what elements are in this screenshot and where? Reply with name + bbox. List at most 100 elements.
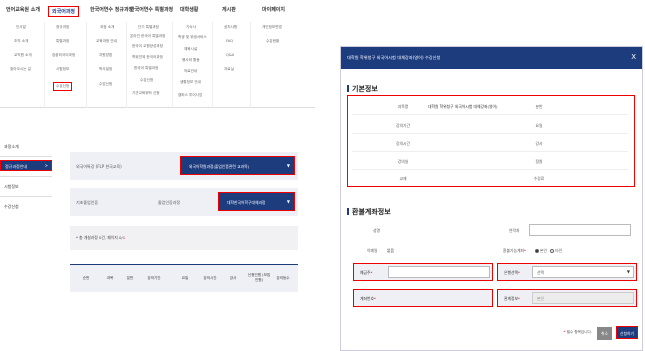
gnb-sub-item[interactable]: Q&A: [226, 53, 234, 57]
website-background: 언어교육원 소개 인사말 조직 소개 교직원 소개 찾아오시는 길 외국어과정 …: [0, 0, 315, 351]
phone-label: 연락처: [509, 228, 520, 233]
gnb-sub-item[interactable]: 공지사항: [224, 25, 237, 30]
gnb-sub-item[interactable]: 학위연계 한국어과정: [132, 55, 163, 60]
basic-label: 강의기간: [396, 123, 410, 128]
basic-label: 강사: [535, 141, 543, 146]
holder-row: 예금주*: [353, 263, 493, 281]
course-filter-row-1: 외국어특강 (FLP 한국교육) 외국어학원과정(졸업인증관련 교과목): [70, 152, 298, 180]
gnb-sub-item[interactable]: 온라인 한국어 특별과정: [130, 34, 165, 39]
gnb-sub-item[interactable]: 수업신청: [99, 82, 112, 87]
gnb-sub-item[interactable]: 한국어 교원양성과정: [132, 44, 163, 49]
holder-label: 예금주*: [360, 270, 373, 275]
basic-info-title: 기본정보: [347, 84, 378, 94]
required-note: * 필수 항목입니다.: [563, 330, 592, 334]
side-item-intro[interactable]: 과정소개: [4, 144, 19, 150]
email-label: 이메일: [367, 248, 378, 253]
table-header: 분반: [126, 276, 134, 280]
apply-button[interactable]: 신청하기: [616, 326, 638, 339]
gnb-head-korean-special[interactable]: 한국어연수 특별과정: [130, 6, 173, 13]
radio-other[interactable]: [550, 248, 555, 253]
gnb-sub-item[interactable]: 단기 특별과정: [138, 25, 159, 30]
cancel-button[interactable]: 취소: [597, 327, 612, 340]
basic-label: 수강료: [533, 176, 545, 181]
course-count-text: * 총 개설과정 0건, 페이지 0/1: [76, 235, 126, 240]
holder-input[interactable]: [388, 266, 490, 278]
relation-value: 본인: [532, 292, 634, 304]
table-header: 강의기간: [147, 276, 161, 280]
modal-header: 대학원 학위청구 외국어시험 대체강좌(영어) 수강신청 X: [341, 47, 642, 69]
basic-label: 강의시간: [396, 141, 410, 146]
bank-label: 은행선택*: [504, 270, 520, 275]
basic-label: 정원: [535, 159, 543, 164]
gnb-sub-enroll[interactable]: 수강신청: [53, 82, 73, 91]
account-label: 계좌번호*: [360, 296, 376, 301]
course-subtype-select[interactable]: 대학한국어학구대체과정: [218, 192, 295, 211]
gnb-sub-item[interactable]: 학사일정: [99, 67, 112, 72]
modal-title: 대학원 학위청구 외국어시험 대체강좌(영어) 수강신청: [347, 55, 441, 60]
gnb-sub-item[interactable]: 행사와 활동: [182, 58, 200, 63]
gnb-sub-item[interactable]: 자료실: [224, 67, 234, 72]
gnb-sub-item[interactable]: 기관교육위탁 신청: [132, 91, 160, 96]
gnb-head-intro[interactable]: 언어교육원 소개: [6, 6, 40, 13]
gnb-head-mypage[interactable]: 마이페이지: [262, 6, 285, 13]
gnb-head-korean-regular[interactable]: 한국어연수 정규과정: [90, 6, 133, 13]
filter-label: 졸업인증과정: [158, 200, 181, 205]
owner-radio-group: 본인 타인: [535, 248, 562, 254]
close-icon[interactable]: X: [631, 53, 636, 61]
relation-label: 관계정보*: [504, 296, 520, 301]
gnb-sub-item[interactable]: 캠퍼스 투어사업: [178, 93, 202, 98]
filter-label: 외국어특강 (FLP 한국교육): [76, 164, 122, 169]
refund-account-label: 환불가능계좌*: [503, 248, 526, 253]
gnb-sub-item[interactable]: 교육과정 안내: [96, 39, 117, 44]
table-header: 강의등수: [276, 276, 290, 280]
gnb-sub-item[interactable]: 체육시설: [184, 47, 197, 52]
basic-label: 교재: [399, 176, 407, 181]
account-row: 계좌번호*: [353, 289, 493, 307]
table-header: 과목: [106, 276, 114, 280]
name-label: 성명: [373, 228, 380, 233]
refund-info-title: 환불계좌정보: [347, 207, 391, 217]
side-item-exam[interactable]: 시험정보: [4, 184, 19, 190]
gnb-sub-item[interactable]: 한국어 특별과정: [134, 66, 158, 71]
side-item-regular[interactable]: 정규과정안내: [0, 160, 52, 171]
screen: 언어교육원 소개 인사말 조직 소개 교직원 소개 찾아오시는 길 외국어과정 …: [0, 0, 645, 351]
radio-self[interactable]: [535, 248, 539, 253]
gnb-sub-item[interactable]: 인사말: [16, 25, 26, 30]
basic-label: 과목명: [397, 104, 409, 109]
gnb-head-foreign[interactable]: 외국어과정: [48, 6, 80, 17]
gnb-sub-item[interactable]: 지원방법: [99, 53, 112, 58]
gnb-head-campus[interactable]: 대학생활: [180, 6, 198, 13]
basic-label: 분반: [535, 104, 543, 109]
gnb-sub-item[interactable]: 학생 및 위생서비스: [178, 35, 207, 40]
side-item-enroll[interactable]: 수강신청: [4, 204, 19, 210]
gnb-sub-item[interactable]: 기숙사: [186, 25, 196, 30]
table-header: 요일: [181, 276, 189, 280]
gnb-sub-item[interactable]: 정규과정: [56, 25, 69, 30]
gnb-sub-item[interactable]: 수강신청: [140, 78, 153, 83]
gnb-sub-item[interactable]: 수강현황: [266, 39, 279, 44]
course-type-select[interactable]: 외국어학원과정(졸업인증관련 교과목): [180, 156, 295, 175]
basic-info-table: 과목명 대학원 학위청구 외국어시험 대체강좌(영어) 분반 강의기간 요일 강…: [347, 95, 635, 187]
course-name-value: 대학원 학위청구 외국어시험 대체강좌(영어): [428, 104, 498, 109]
gnb-sub-item[interactable]: 특별과정: [56, 39, 69, 44]
course-table-header: 순번 과목 분반 강의기간 요일 강의시간 강사 신청인원 (모집인원) 강의등…: [70, 264, 298, 292]
gnb-sub-item[interactable]: 시험정보: [56, 67, 69, 72]
gnb-sub-item[interactable]: 집중외국어과정: [52, 53, 75, 58]
gnb-sub-item[interactable]: 교직원 소개: [14, 53, 32, 58]
table-header: 강사: [229, 276, 237, 280]
gnb-sub-item[interactable]: 의료안내: [184, 69, 197, 74]
gnb-sub-item[interactable]: FAQ: [226, 39, 233, 43]
gnb-head-board[interactable]: 게시판: [222, 6, 236, 13]
filter-label: 기초졸업인증: [76, 200, 99, 205]
email-value: 없음: [387, 248, 394, 253]
gnb-sub-item[interactable]: 생활정보 안내: [180, 80, 201, 85]
gnb-sub-item[interactable]: 찾아오시는 길: [10, 67, 31, 72]
phone-input[interactable]: [529, 224, 631, 236]
relation-row: 관계정보* 본인: [497, 289, 637, 307]
gnb-sub-item[interactable]: 조직 소개: [14, 39, 28, 44]
gnb-sub-item[interactable]: 과정 소개: [100, 25, 114, 30]
bank-select[interactable]: 선택: [532, 266, 634, 278]
enroll-modal: 대학원 학위청구 외국어시험 대체강좌(영어) 수강신청 X 기본정보 과목명 …: [340, 46, 643, 351]
table-header: 강의시간: [203, 276, 217, 280]
gnb-sub-item[interactable]: 개인정보변경: [262, 25, 282, 30]
